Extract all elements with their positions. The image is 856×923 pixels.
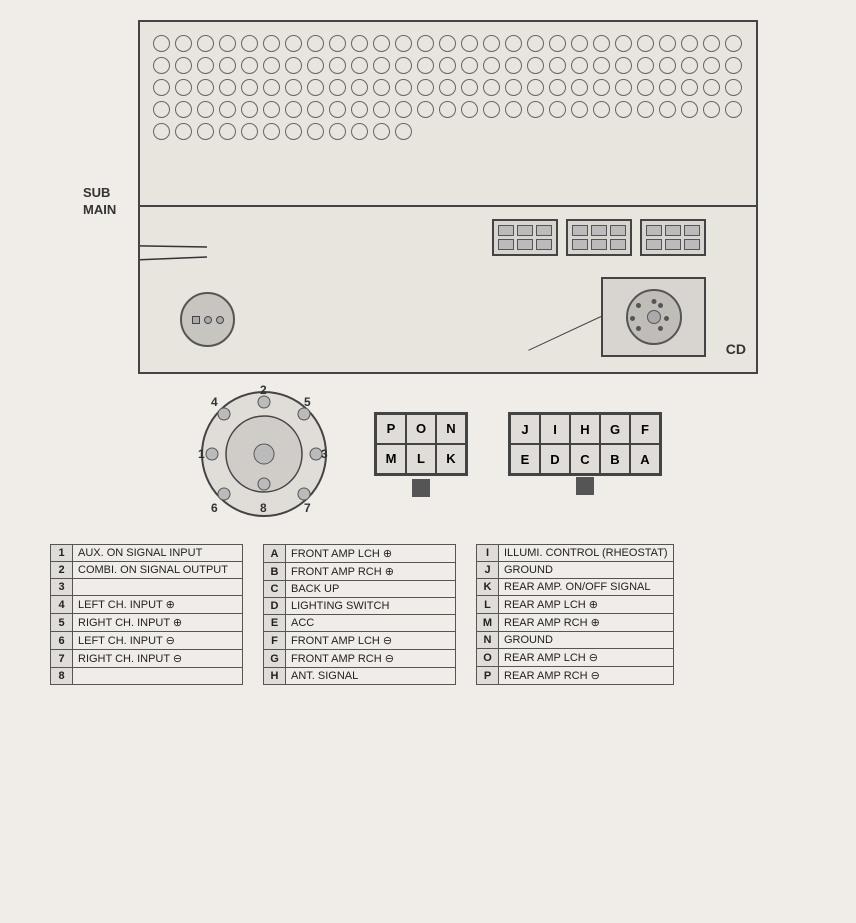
svg-text:8: 8 bbox=[260, 501, 267, 515]
table-row: AFRONT AMP LCH ⊕ bbox=[264, 545, 456, 563]
table-row: 8 bbox=[51, 668, 243, 685]
table-row: LREAR AMP LCH ⊕ bbox=[477, 596, 674, 614]
wiring-table-right: IILLUMI. CONTROL (RHEOSTAT)JGROUNDKREAR … bbox=[476, 544, 674, 685]
table-row: 6LEFT CH. INPUT ⊖ bbox=[51, 632, 243, 650]
cd-connector bbox=[601, 277, 706, 357]
fuse-area bbox=[180, 292, 235, 347]
wiring-table-left: 1AUX. ON SIGNAL INPUT2COMBI. ON SIGNAL O… bbox=[50, 544, 243, 685]
connector-blocks bbox=[492, 219, 706, 256]
table-row: 3 bbox=[51, 579, 243, 596]
sub-label: SUB bbox=[83, 185, 110, 200]
table-row: MREAR AMP RCH ⊕ bbox=[477, 614, 674, 632]
svg-text:4: 4 bbox=[211, 395, 218, 409]
svg-text:3: 3 bbox=[321, 447, 328, 461]
table-row: HANT. SIGNAL bbox=[264, 668, 456, 685]
main-label: MAIN bbox=[83, 202, 116, 217]
table-row: PREAR AMP RCH ⊖ bbox=[477, 667, 674, 685]
svg-text:5: 5 bbox=[304, 395, 311, 409]
table-row: GFRONT AMP RCH ⊖ bbox=[264, 650, 456, 668]
table-row: OREAR AMP LCH ⊖ bbox=[477, 649, 674, 667]
table-row: KREAR AMP. ON/OFF SIGNAL bbox=[477, 579, 674, 596]
svg-text:2: 2 bbox=[260, 384, 267, 397]
table-row: 4LEFT CH. INPUT ⊕ bbox=[51, 596, 243, 614]
table-row: IILLUMI. CONTROL (RHEOSTAT) bbox=[477, 545, 674, 562]
round-connector-diagram: 1 2 3 4 5 6 7 8 bbox=[194, 384, 334, 524]
table-row: BFRONT AMP RCH ⊕ bbox=[264, 563, 456, 581]
svg-text:1: 1 bbox=[198, 447, 205, 461]
wiring-tables: 1AUX. ON SIGNAL INPUT2COMBI. ON SIGNAL O… bbox=[50, 544, 806, 685]
svg-text:7: 7 bbox=[304, 501, 311, 515]
svg-text:6: 6 bbox=[211, 501, 218, 515]
cd-label: CD bbox=[726, 341, 746, 357]
table-row: NGROUND bbox=[477, 632, 674, 649]
table-row: EACC bbox=[264, 615, 456, 632]
table-row: JGROUND bbox=[477, 562, 674, 579]
table-row: FFRONT AMP LCH ⊖ bbox=[264, 632, 456, 650]
table-row: 5RIGHT CH. INPUT ⊕ bbox=[51, 614, 243, 632]
page: SUB MAIN bbox=[0, 0, 856, 923]
table-row: 7RIGHT CH. INPUT ⊖ bbox=[51, 650, 243, 668]
connector-jihgf: J I H G F E D C B A bbox=[508, 412, 662, 496]
table-row: 2COMBI. ON SIGNAL OUTPUT bbox=[51, 562, 243, 579]
table-row: 1AUX. ON SIGNAL INPUT bbox=[51, 545, 243, 562]
wiring-table-middle: AFRONT AMP LCH ⊕BFRONT AMP RCH ⊕CBACK UP… bbox=[263, 544, 456, 685]
table-row: CBACK UP bbox=[264, 581, 456, 598]
connector-pmlk: P O N M L K bbox=[374, 412, 468, 497]
table-row: DLIGHTING SWITCH bbox=[264, 598, 456, 615]
